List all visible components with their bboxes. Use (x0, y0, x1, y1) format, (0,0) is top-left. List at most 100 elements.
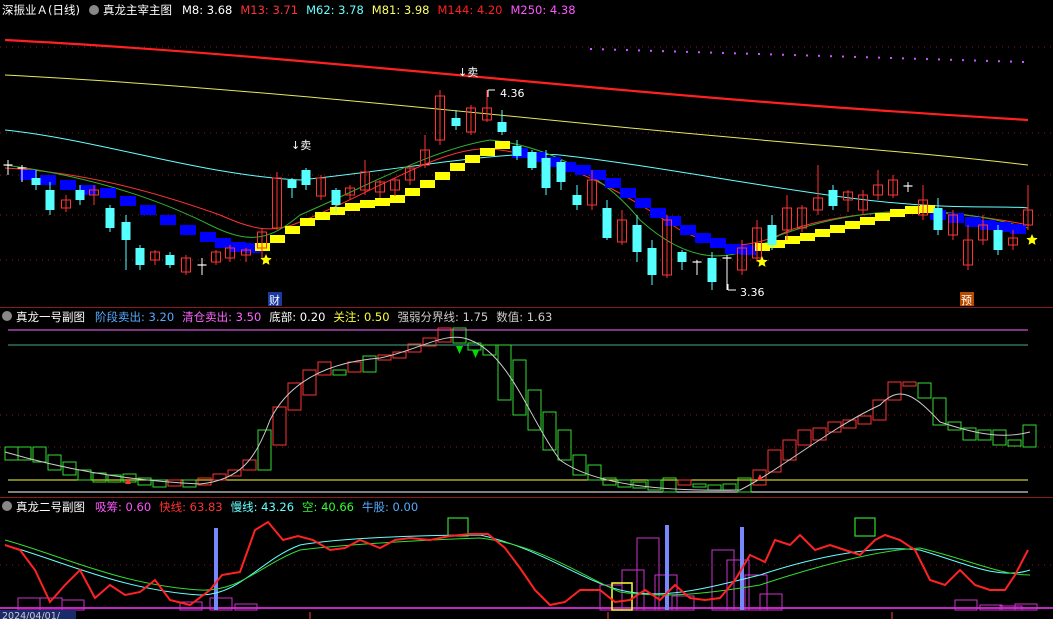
ma250-dot (962, 59, 964, 62)
step-box (707, 484, 722, 491)
step-box (947, 421, 962, 431)
candle-down (602, 208, 612, 238)
indicator-label-3: 关注: 0.50 (333, 310, 389, 324)
main-indicator-name[interactable]: 真龙主宰主图 (103, 3, 172, 17)
settings-icon[interactable] (2, 501, 12, 511)
candle-down (933, 208, 943, 230)
sub-chart-2-content (0, 517, 1053, 619)
dragon-up-block (330, 207, 345, 215)
main-chart-panel[interactable]: ↓卖 ↓卖 4.36 3.36 财 预 深振业Ａ(日线) 真龙主宰主图 M8: … (0, 0, 1053, 307)
indicator-label-0: 阶段卖出: 3.20 (95, 310, 174, 324)
indicator-label-5: 数值: 1.63 (496, 310, 552, 324)
settings-icon[interactable] (2, 311, 12, 321)
step-box (212, 473, 227, 481)
dragon-up-block (875, 213, 890, 221)
candle-down (541, 158, 551, 188)
candle-down (512, 146, 522, 156)
ma250-dot (650, 49, 652, 52)
sub-chart-2-title[interactable]: 真龙二号副图 (16, 500, 85, 514)
step-box (812, 427, 827, 441)
ma250-dot (818, 54, 820, 57)
dragon-up-block (480, 148, 495, 156)
absorb-bar (599, 584, 623, 611)
step-box (47, 454, 62, 471)
candle-down (31, 178, 41, 185)
dragon-up-block (450, 163, 465, 171)
ma250-dot (770, 53, 772, 56)
dragon-down-block (140, 205, 156, 215)
candle-down (993, 230, 1003, 250)
step-box (332, 369, 347, 376)
ma250-dot (602, 48, 604, 51)
dragon-down-block (710, 238, 726, 248)
step-box (482, 344, 497, 356)
step-box (1022, 424, 1037, 448)
dragon-up-block (405, 188, 420, 196)
step-box (257, 429, 272, 471)
candle-down (677, 252, 687, 262)
ma250-dot (830, 55, 832, 58)
stock-title: 深振业Ａ(日线) (2, 3, 80, 17)
ma250-dot (974, 59, 976, 62)
bull-stock-bar (665, 525, 669, 610)
candle-down (121, 222, 131, 240)
ma250-dot (794, 54, 796, 57)
sub-chart-1-title[interactable]: 真龙一号副图 (16, 310, 85, 324)
ma250-dot (902, 57, 904, 60)
dragon-down-block (40, 175, 56, 185)
step-box (797, 429, 812, 446)
step-box (647, 479, 662, 491)
step-box (872, 399, 887, 421)
ma250-dot (950, 58, 952, 61)
dragon-up-block (860, 217, 875, 225)
step-box (992, 429, 1007, 446)
absorb-bar (636, 537, 660, 611)
step-box (557, 429, 572, 461)
sub-chart-1-panel[interactable]: 真龙一号副图 阶段卖出: 3.20 清仓卖出: 3.50 底部: 0.20 关注: 0… (0, 310, 1053, 493)
candle-down (647, 248, 657, 275)
step-box (767, 449, 782, 473)
ma250-dot (734, 52, 736, 55)
ma250-dot (662, 50, 664, 53)
dragon-up-block (800, 233, 815, 241)
ma250-dot (878, 56, 880, 59)
sell-signal-label-2: ↓卖 (291, 139, 311, 152)
cai-badge-text: 财 (269, 293, 280, 307)
settings-icon[interactable] (89, 5, 99, 15)
candle-down (497, 122, 507, 132)
ma250-dot (986, 59, 988, 62)
dragon-down-block (620, 188, 636, 198)
sub-chart-2-panel[interactable]: 真龙二号副图 吸筹: 0.60 快线: 63.83 慢线: 43.26 空: 40.6… (0, 500, 1053, 619)
step-box (497, 344, 512, 401)
step-box (17, 446, 32, 461)
ma250-dot (1022, 60, 1024, 63)
ma250-dot (926, 58, 928, 61)
step-box (302, 369, 317, 396)
dragon-down-block (650, 208, 666, 218)
dragon-up-block (845, 221, 860, 229)
candle-down (165, 255, 175, 265)
ma250-dot (1010, 60, 1012, 63)
absorb-bar (711, 549, 735, 611)
ma250-dot (698, 51, 700, 54)
candle-down (45, 190, 55, 210)
step-box (572, 454, 587, 476)
absorb-bar (1014, 603, 1038, 611)
step-box (857, 415, 872, 425)
date-cursor-label: 2024/04/01/ (2, 611, 61, 619)
candle-down (135, 248, 145, 265)
ma250-dot (806, 54, 808, 57)
dragon-up-block (375, 198, 390, 206)
step-box (722, 483, 737, 491)
candle-down (451, 118, 461, 126)
ma250-dot (782, 53, 784, 56)
dragon-up-block (300, 218, 315, 226)
dragon-up-block (360, 200, 375, 208)
indicator-label-4: 牛股: 0.00 (362, 500, 418, 514)
candle-down (287, 180, 297, 188)
ma250-dot (710, 51, 712, 54)
low-price-label: 3.36 (740, 286, 765, 299)
step-box (287, 382, 302, 411)
absorb-bar (744, 574, 768, 611)
step-box (902, 381, 917, 387)
